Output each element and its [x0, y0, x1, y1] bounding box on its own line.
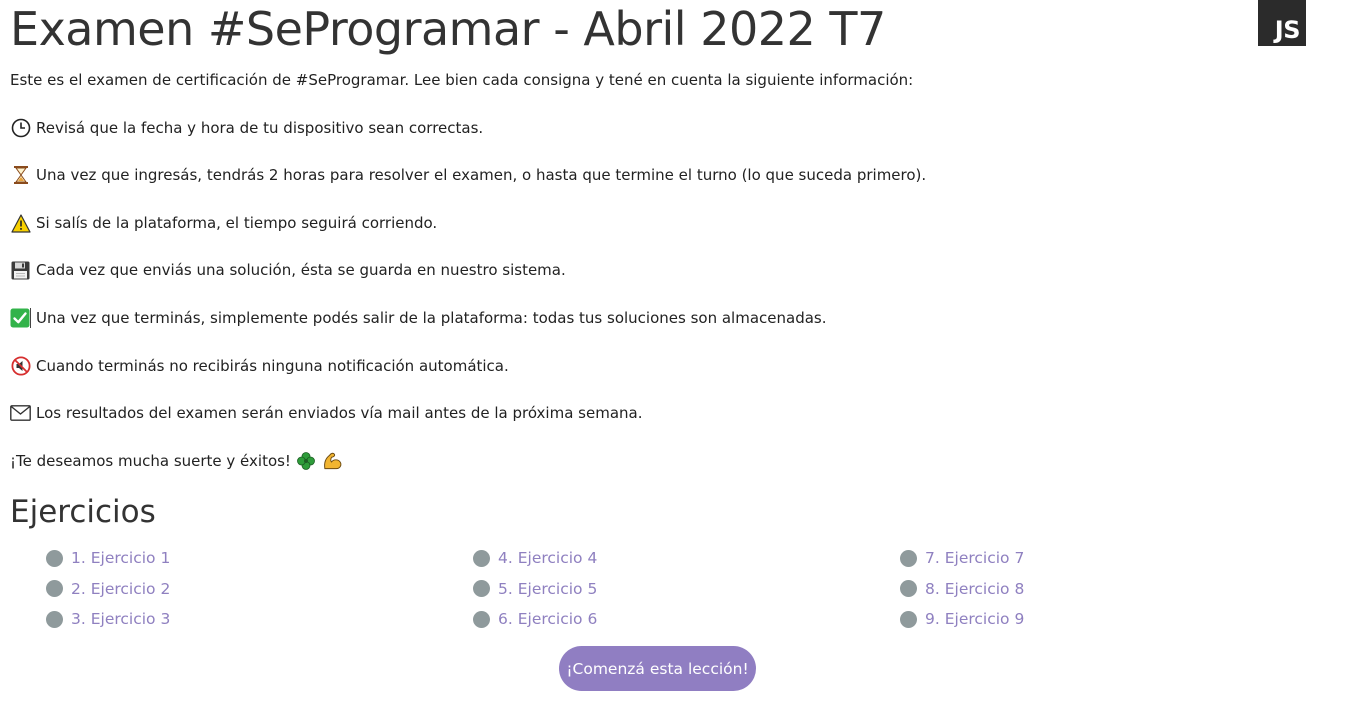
info-item-label: Una vez que terminás, simplemente podés …: [36, 309, 827, 327]
info-item-save-solution: Cada vez que enviás una solución, ésta s…: [10, 260, 566, 280]
status-dot-icon: [473, 580, 490, 598]
status-dot-icon: [46, 610, 63, 628]
info-item-label: Cuando terminás no recibirás ninguna not…: [36, 357, 509, 375]
exercise-link-8[interactable]: 8. Ejercicio 8: [900, 574, 1300, 605]
exercise-link-2[interactable]: 2. Ejercicio 2: [46, 574, 446, 605]
exercises-heading: Ejercicios: [10, 494, 156, 530]
info-item-label: Si salís de la plataforma, el tiempo seg…: [36, 214, 438, 232]
closing-message: ¡Te deseamos mucha suerte y éxitos!: [10, 451, 348, 471]
status-dot-icon: [473, 549, 490, 567]
exercise-column-2: 4. Ejercicio 4 5. Ejercicio 5 6. Ejercic…: [473, 543, 873, 635]
exercise-column-1: 1. Ejercicio 1 2. Ejercicio 2 3. Ejercic…: [46, 543, 446, 635]
status-dot-icon: [46, 580, 63, 598]
exercise-label: 8. Ejercicio 8: [925, 579, 1025, 598]
clock-icon: [10, 118, 31, 138]
page-title: Examen #SeProgramar - Abril 2022 T7: [10, 2, 886, 56]
envelope-icon: [10, 403, 31, 423]
exercise-column-3: 7. Ejercicio 7 8. Ejercicio 8 9. Ejercic…: [900, 543, 1300, 635]
floppy-disk-icon: [10, 260, 31, 280]
exercise-label: 6. Ejercicio 6: [498, 610, 598, 629]
exercise-link-1[interactable]: 1. Ejercicio 1: [46, 543, 446, 574]
exercise-link-7[interactable]: 7. Ejercicio 7: [900, 543, 1300, 574]
exam-page: Examen #SeProgramar - Abril 2022 T7 JS E…: [0, 0, 1354, 720]
start-lesson-button[interactable]: ¡Comenzá esta lección!: [559, 646, 756, 691]
exercise-label: 3. Ejercicio 3: [71, 610, 171, 629]
hourglass-icon: [10, 165, 31, 185]
js-logo: JS: [1258, 0, 1306, 46]
status-dot-icon: [900, 580, 917, 598]
exercise-link-9[interactable]: 9. Ejercicio 9: [900, 604, 1300, 635]
info-item-time-limit: Una vez que ingresás, tendrás 2 horas pa…: [10, 165, 926, 185]
exercise-label: 9. Ejercicio 9: [925, 610, 1025, 629]
exercise-link-4[interactable]: 4. Ejercicio 4: [473, 543, 873, 574]
exercise-label: 7. Ejercicio 7: [925, 549, 1025, 568]
flexed-biceps-icon: [322, 451, 343, 471]
info-item-label: Una vez que ingresás, tendrás 2 horas pa…: [36, 166, 927, 184]
exercise-link-5[interactable]: 5. Ejercicio 5: [473, 574, 873, 605]
exercise-label: 1. Ejercicio 1: [71, 549, 171, 568]
muted-speaker-icon: [10, 356, 31, 376]
four-leaf-clover-icon: [296, 451, 317, 471]
exercise-label: 2. Ejercicio 2: [71, 579, 171, 598]
info-item-no-notification: Cuando terminás no recibirás ninguna not…: [10, 356, 509, 376]
exercise-label: 5. Ejercicio 5: [498, 579, 598, 598]
exercise-link-6[interactable]: 6. Ejercicio 6: [473, 604, 873, 635]
exercise-label: 4. Ejercicio 4: [498, 549, 598, 568]
warning-icon: [10, 213, 31, 233]
info-item-finish: Una vez que terminás, simplemente podés …: [10, 308, 827, 328]
info-item-leave-platform: Si salís de la plataforma, el tiempo seg…: [10, 213, 437, 233]
info-item-label: Los resultados del examen serán enviados…: [36, 404, 643, 422]
status-dot-icon: [900, 549, 917, 567]
status-dot-icon: [473, 610, 490, 628]
check-mark-icon: [10, 308, 31, 328]
intro-text: Este es el examen de certificación de #S…: [10, 71, 914, 89]
info-item-label: Revisá que la fecha y hora de tu disposi…: [36, 119, 484, 137]
status-dot-icon: [46, 549, 63, 567]
exercise-link-3[interactable]: 3. Ejercicio 3: [46, 604, 446, 635]
status-dot-icon: [900, 610, 917, 628]
info-item-date: Revisá que la fecha y hora de tu disposi…: [10, 118, 483, 138]
info-item-results-mail: Los resultados del examen serán enviados…: [10, 403, 642, 423]
info-item-label: Cada vez que enviás una solución, ésta s…: [36, 261, 566, 279]
closing-text: ¡Te deseamos mucha suerte y éxitos!: [10, 452, 291, 470]
